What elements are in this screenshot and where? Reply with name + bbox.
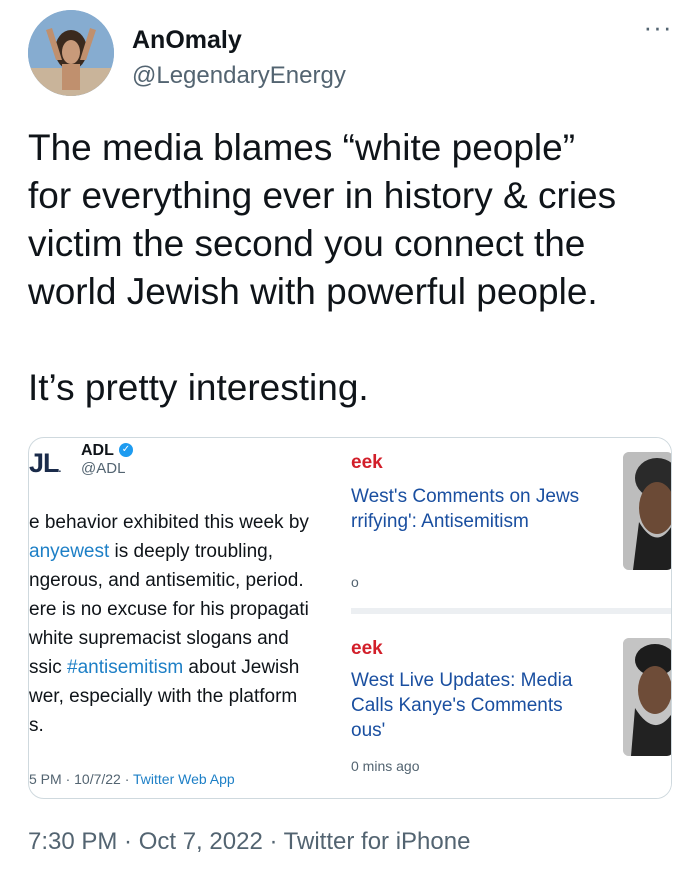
embedded-tweet-text-part: e behavior exhibited this week by	[29, 512, 309, 533]
embedded-tweet-line: ngerous, and antisemitic, period.	[29, 566, 351, 595]
embedded-tweet-app: Twitter Web App	[133, 771, 235, 787]
embedded-tweet-meta: 5 PM · 10/7/22 · Twitter Web App	[29, 771, 235, 787]
display-name[interactable]: AnOmaly	[132, 26, 242, 55]
news-meta: o	[351, 574, 359, 590]
embedded-tweet-text-part: is deeply troubling,	[109, 541, 273, 562]
news-thumbnail	[623, 452, 671, 570]
embedded-tweet-line: anyewest is deeply troubling,	[29, 537, 351, 566]
news-thumbnail	[623, 638, 671, 756]
avatar-image	[28, 10, 114, 96]
embedded-tweet-time: 5 PM · 10/7/22 ·	[29, 771, 134, 787]
embedded-handle: @ADL	[81, 460, 126, 477]
embedded-image-card[interactable]: JL. ADL ✓ @ADL e behavior exhibited this…	[28, 437, 672, 799]
embedded-tweet-link[interactable]: anyewest	[29, 541, 109, 562]
news-headline: West's Comments on Jews rrifying': Antis…	[351, 486, 580, 532]
news-item: eek West Live Updates: Media Calls Kanye…	[351, 638, 671, 788]
embedded-tweet-text-part: wer, especially with the platform	[29, 686, 298, 707]
embedded-display-name: ADL	[81, 442, 114, 459]
verified-icon: ✓	[119, 443, 133, 457]
embedded-tweet-line: s.	[29, 711, 351, 740]
tweet-text: The media blames “white people” for ever…	[28, 127, 617, 408]
embedded-tweet-text-part: s.	[29, 715, 44, 736]
more-options-button[interactable]: ···	[640, 14, 676, 46]
news-thumbnail-image	[623, 452, 671, 570]
avatar[interactable]	[28, 10, 114, 96]
embedded-tweet: JL. ADL ✓ @ADL e behavior exhibited this…	[29, 438, 351, 798]
news-panel: eek West's Comments on Jews rrifying': A…	[351, 438, 671, 798]
adl-logo: JL.	[29, 448, 61, 478]
embedded-tweet-text-part: about Jewish	[183, 657, 300, 678]
tweet-header: AnOmaly @LegendaryEnergy ···	[28, 10, 678, 96]
more-icon: ···	[643, 12, 673, 42]
news-thumbnail-image	[623, 638, 671, 756]
embedded-tweet-line: wer, especially with the platform	[29, 682, 351, 711]
embedded-tweet-text-part: ere is no excuse for his propagati	[29, 599, 309, 620]
tweet-timestamp[interactable]: 7:30 PM · Oct 7, 2022 · Twitter for iPho…	[28, 828, 470, 856]
embedded-tweet-text-part: ssic	[29, 657, 67, 678]
news-meta: 0 mins ago	[351, 758, 420, 774]
news-headline: West Live Updates: Media Calls Kanye's C…	[351, 670, 573, 741]
adl-logo-text: JL	[29, 448, 59, 478]
embedded-tweet-text: e behavior exhibited this week by anyewes…	[29, 508, 351, 740]
embedded-tweet-text-part: ngerous, and antisemitic, period.	[29, 570, 304, 591]
user-handle[interactable]: @LegendaryEnergy	[132, 62, 346, 90]
news-source: eek	[351, 638, 383, 659]
embedded-tweet-line: white supremacist slogans and	[29, 624, 351, 653]
news-item: eek West's Comments on Jews rrifying': A…	[351, 452, 671, 602]
embedded-tweet-line: e behavior exhibited this week by	[29, 508, 351, 537]
embedded-tweet-text-part: white supremacist slogans and	[29, 628, 289, 649]
embedded-tweet-link[interactable]: #antisemitism	[67, 657, 183, 678]
news-source: eek	[351, 452, 383, 473]
embedded-tweet-line: ere is no excuse for his propagati	[29, 595, 351, 624]
news-divider	[351, 608, 671, 614]
embedded-tweet-line: ssic #antisemitism about Jewish	[29, 653, 351, 682]
